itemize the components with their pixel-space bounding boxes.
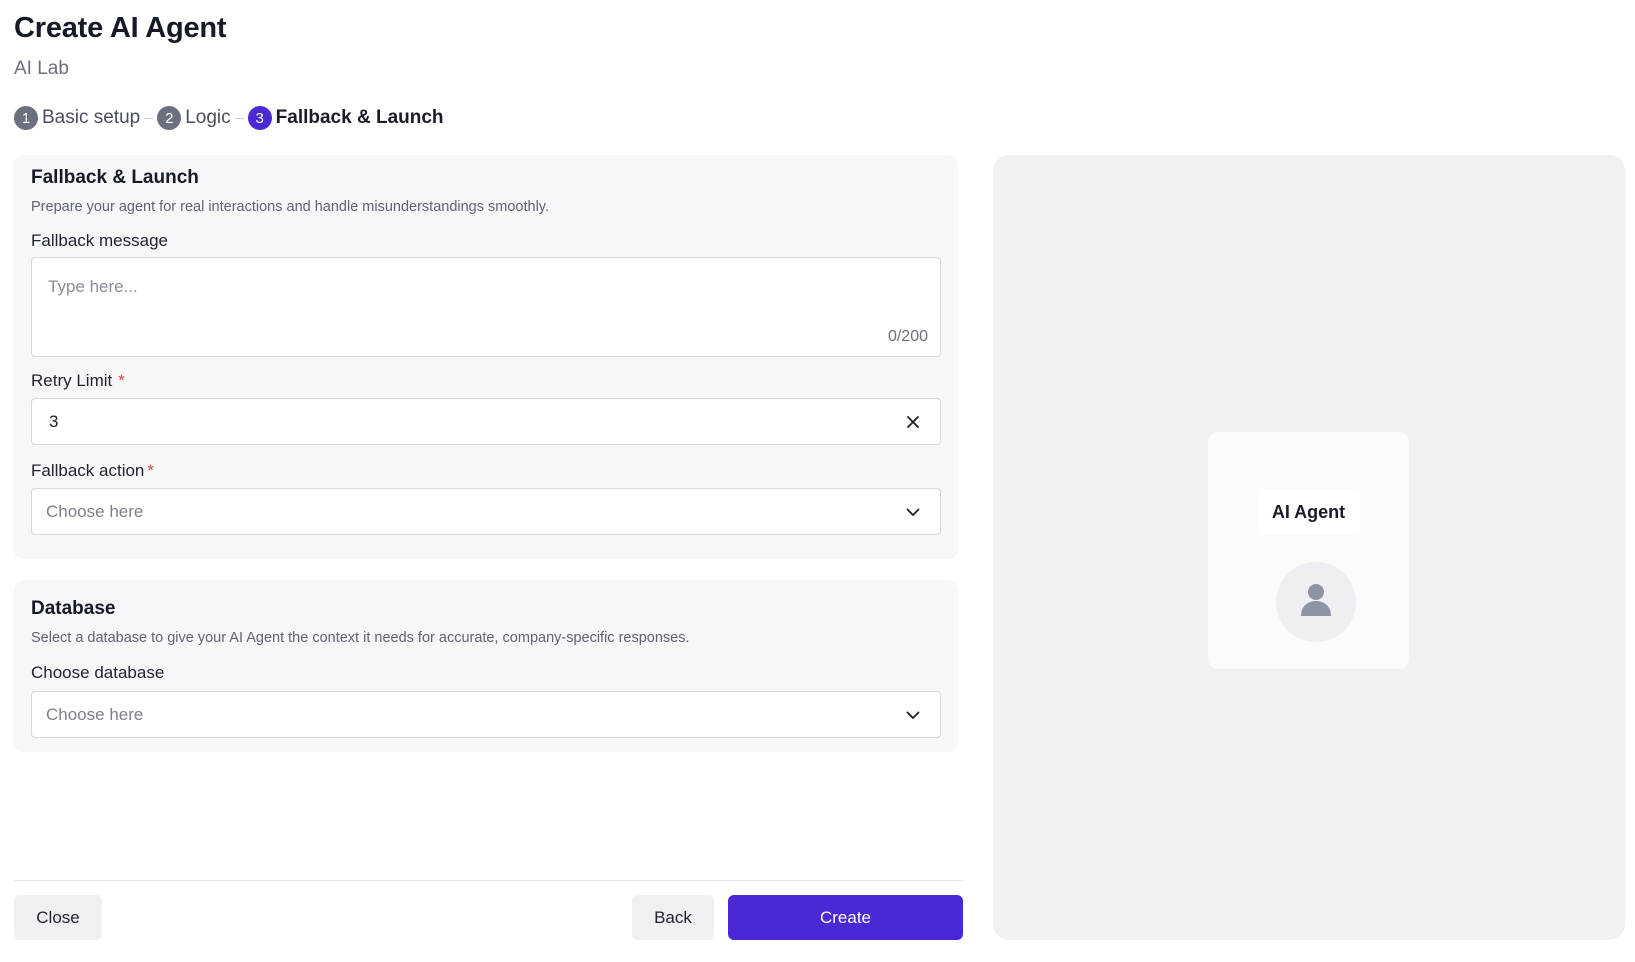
choose-database-label: Choose database bbox=[31, 663, 165, 682]
section-description: Select a database to give your AI Agent … bbox=[31, 630, 690, 646]
retry-limit-label-text: Retry Limit bbox=[31, 371, 113, 390]
page-subtitle: AI Lab bbox=[14, 58, 69, 79]
footer-divider bbox=[14, 880, 963, 881]
required-mark: * bbox=[147, 461, 155, 480]
step-number: 1 bbox=[14, 106, 38, 130]
step-separator bbox=[234, 117, 244, 119]
step-label: Logic bbox=[185, 107, 231, 128]
user-icon bbox=[1299, 582, 1333, 623]
fallback-action-placeholder: Choose here bbox=[46, 501, 144, 521]
retry-limit-label: Retry Limit * bbox=[31, 371, 125, 391]
step-separator bbox=[144, 117, 154, 119]
fallback-action-label: Fallback action * bbox=[31, 461, 154, 481]
stepper: 1 Basic setup 2 Logic 3 Fallback & Launc… bbox=[14, 105, 444, 131]
chevron-down-icon bbox=[904, 706, 922, 724]
retry-limit-input[interactable]: 3 bbox=[31, 398, 941, 445]
step-logic[interactable]: 2 Logic bbox=[157, 106, 231, 130]
agent-name: AI Agent bbox=[1271, 501, 1346, 522]
fallback-message-input[interactable]: Type here... 0/200 bbox=[31, 257, 941, 357]
step-label: Basic setup bbox=[42, 107, 141, 128]
create-button[interactable]: Create bbox=[728, 895, 963, 940]
fallback-action-label-text: Fallback action bbox=[31, 461, 145, 480]
database-card: Database Select a database to give your … bbox=[14, 580, 958, 752]
avatar bbox=[1276, 562, 1356, 642]
fallback-message-label: Fallback message bbox=[31, 231, 169, 250]
agent-preview-card: AI Agent bbox=[1208, 432, 1409, 669]
fallback-launch-card: Fallback & Launch Prepare your agent for… bbox=[14, 155, 958, 559]
section-title: Database bbox=[31, 598, 116, 619]
retry-limit-value: 3 bbox=[49, 411, 59, 431]
section-description: Prepare your agent for real interactions… bbox=[31, 199, 549, 215]
choose-database-placeholder: Choose here bbox=[46, 704, 144, 724]
step-fallback-launch[interactable]: 3 Fallback & Launch bbox=[247, 106, 444, 130]
close-button[interactable]: Close bbox=[14, 895, 102, 940]
page-title: Create AI Agent bbox=[14, 12, 227, 44]
back-button[interactable]: Back bbox=[632, 895, 714, 940]
close-icon[interactable] bbox=[904, 413, 922, 431]
agent-name-badge: AI Agent bbox=[1257, 489, 1360, 535]
agent-preview-panel: AI Agent bbox=[993, 155, 1625, 940]
step-label: Fallback & Launch bbox=[275, 107, 444, 128]
choose-database-select[interactable]: Choose here bbox=[31, 691, 941, 738]
character-counter: 0/200 bbox=[887, 328, 928, 345]
section-title: Fallback & Launch bbox=[31, 167, 199, 188]
fallback-message-placeholder: Type here... bbox=[48, 277, 138, 296]
chevron-down-icon bbox=[904, 503, 922, 521]
step-basic-setup[interactable]: 1 Basic setup bbox=[14, 106, 140, 130]
fallback-action-select[interactable]: Choose here bbox=[31, 488, 941, 535]
required-mark: * bbox=[118, 371, 125, 390]
step-number: 2 bbox=[157, 106, 182, 130]
step-number: 3 bbox=[247, 106, 272, 130]
